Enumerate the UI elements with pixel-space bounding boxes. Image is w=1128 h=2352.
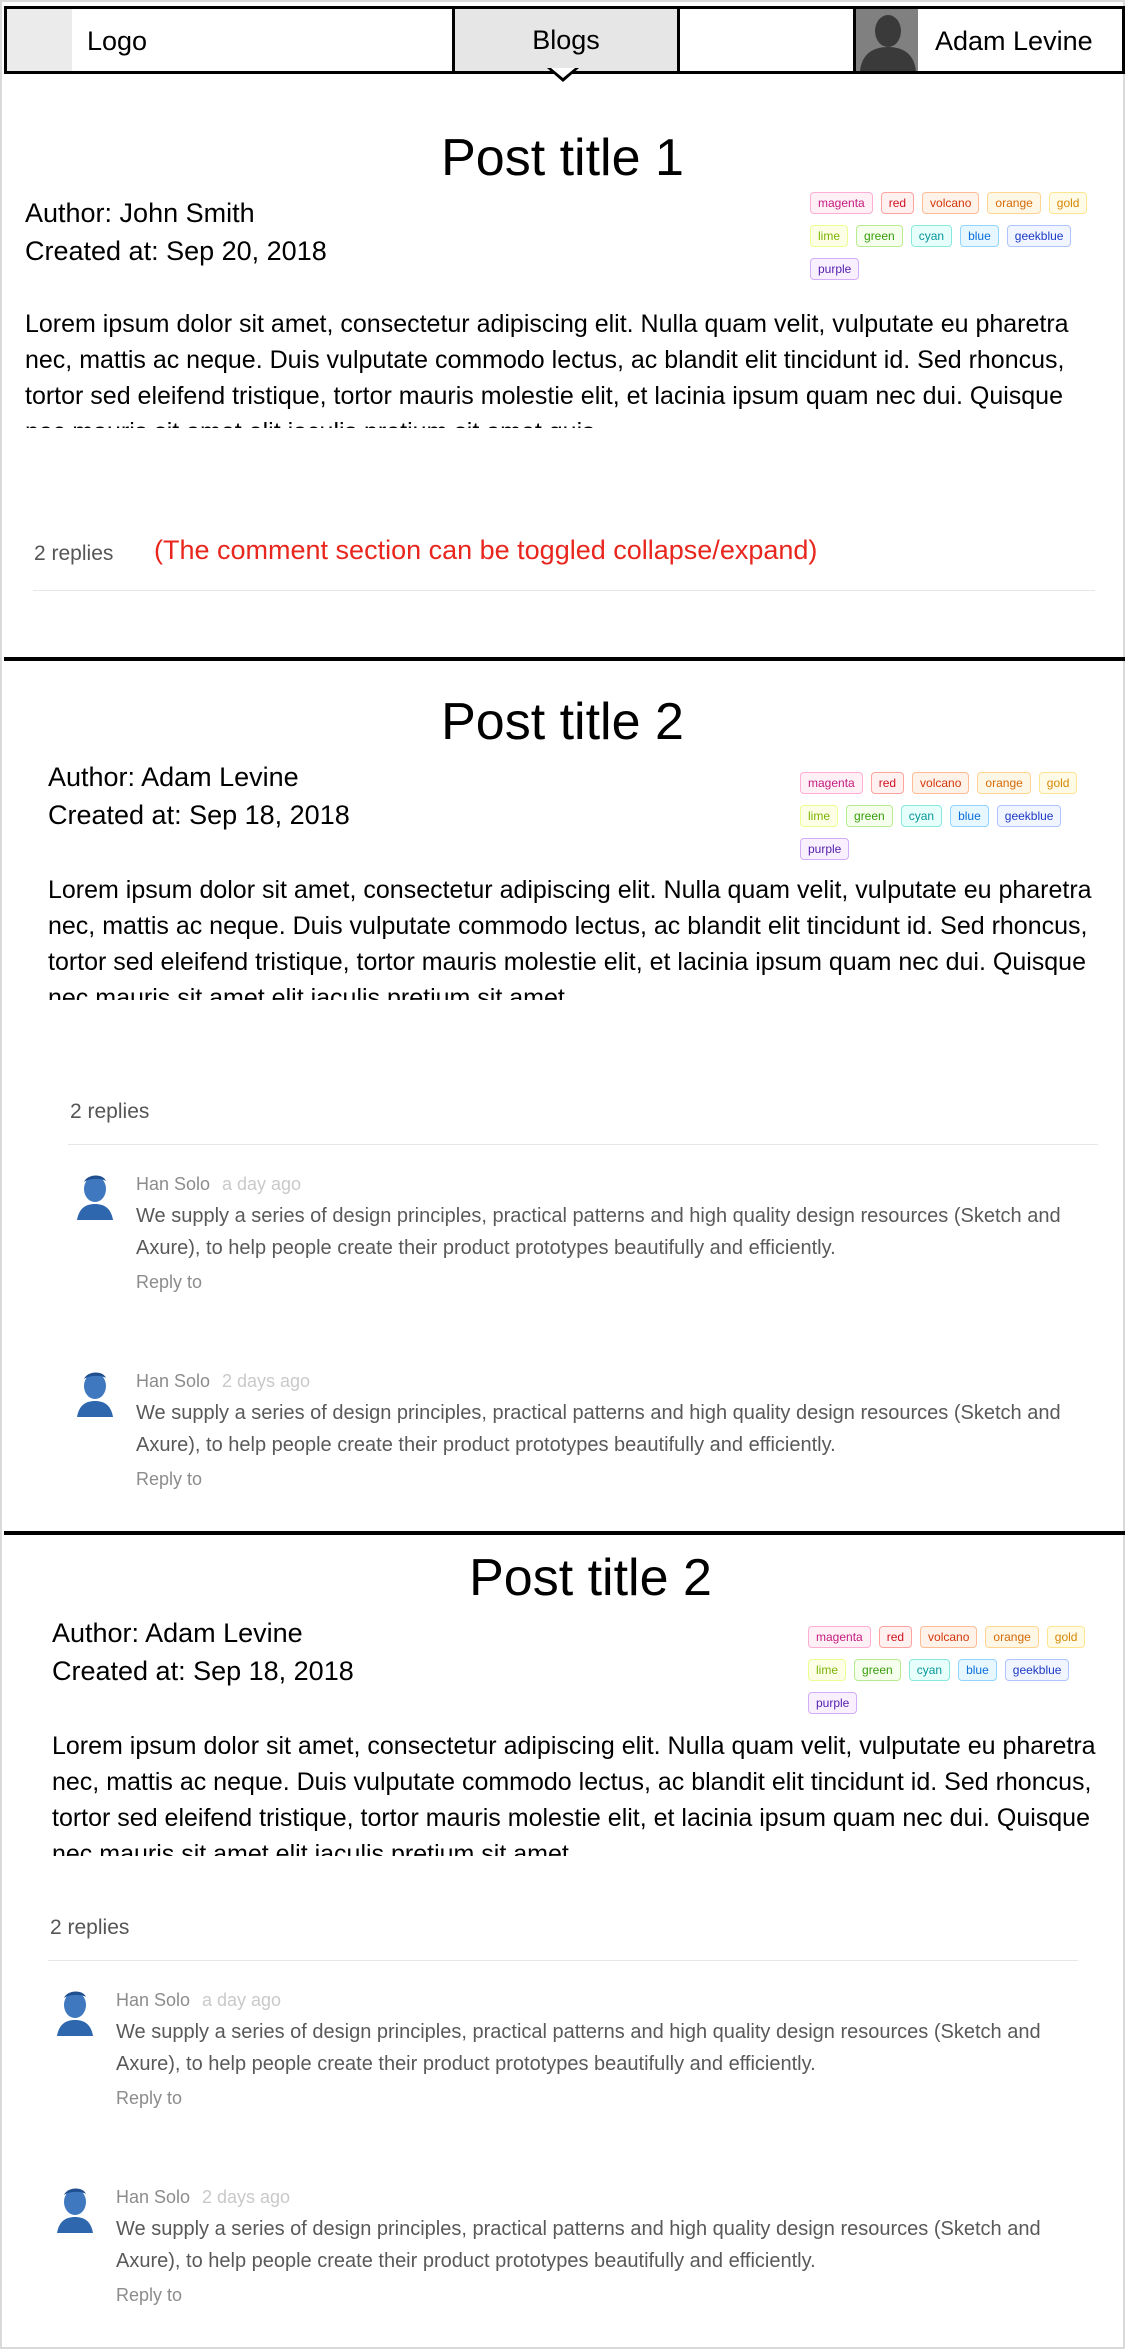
top-nav-bar: Logo Blogs Adam Levine xyxy=(4,6,1125,74)
post-author: Author: John Smith xyxy=(25,198,255,228)
tag-purple: purple xyxy=(810,258,860,280)
post-card: Post title 2 Author: Adam Levine Created… xyxy=(0,692,1125,1532)
post-title[interactable]: Post title 2 xyxy=(0,692,1125,752)
tag-cyan: cyan xyxy=(900,805,943,827)
post-body: Lorem ipsum dolor sit amet, consectetur … xyxy=(48,876,1092,1000)
comment-time: 2 days ago xyxy=(222,1371,311,1391)
post-meta: Author: Adam Levine Created at: Sep 18, … xyxy=(52,1614,354,1690)
tag-red: red xyxy=(878,1626,913,1648)
divider xyxy=(33,590,1095,591)
tag-gold: gold xyxy=(1038,772,1078,794)
annotation-note: (The comment section can be toggled coll… xyxy=(154,535,818,565)
post-separator xyxy=(4,1531,1125,1535)
tag-geekblue: geekblue xyxy=(1006,225,1072,247)
tag-cyan: cyan xyxy=(908,1659,951,1681)
comment-text: We supply a series of design principles,… xyxy=(136,1205,1061,1259)
post-created-date: Created at: Sep 18, 2018 xyxy=(52,1656,354,1686)
tag-orange: orange xyxy=(987,192,1041,214)
post-meta: Author: Adam Levine Created at: Sep 18, … xyxy=(48,758,350,834)
tag-blue: blue xyxy=(958,1659,997,1681)
tag-green: green xyxy=(856,225,903,247)
tag-red: red xyxy=(880,192,915,214)
tag-list: magenta red volcano orange gold lime green cyan… xyxy=(800,772,1100,871)
tag-lime: lime xyxy=(800,805,839,827)
tag-gold: gold xyxy=(1046,1626,1086,1648)
comment-author[interactable]: Han Solo xyxy=(116,2187,190,2208)
post-title[interactable]: Post title 2 xyxy=(28,1548,1128,1608)
logo-area[interactable]: Logo xyxy=(7,9,455,71)
tag-geekblue: geekblue xyxy=(1004,1659,1070,1681)
commenter-avatar-icon[interactable] xyxy=(75,1172,115,1220)
comment-author[interactable]: Han Solo xyxy=(136,1174,210,1195)
tag-orange: orange xyxy=(985,1626,1039,1648)
user-name[interactable]: Adam Levine xyxy=(935,26,1093,57)
comment-author[interactable]: Han Solo xyxy=(136,1371,210,1392)
post-card: Post title 1 Author: John Smith Created … xyxy=(0,128,1125,658)
post-author: Author: Adam Levine xyxy=(48,762,299,792)
logo-text: Logo xyxy=(87,26,148,56)
reply-to-link[interactable]: Reply to xyxy=(136,1272,202,1293)
comment-time: 2 days ago xyxy=(202,2187,291,2207)
replies-toggle[interactable]: 2 replies xyxy=(70,1100,149,1124)
tag-orange: orange xyxy=(977,772,1031,794)
replies-toggle[interactable]: 2 replies xyxy=(34,542,113,566)
commenter-avatar-icon[interactable] xyxy=(55,1988,95,2036)
divider xyxy=(48,1960,1078,1961)
comment-time: a day ago xyxy=(222,1174,302,1194)
comment-time: a day ago xyxy=(202,1990,282,2010)
post-created-date: Created at: Sep 20, 2018 xyxy=(25,236,327,266)
comment: Han Solo 2 days ago We supply a series o… xyxy=(55,2185,1075,2345)
post-created-date: Created at: Sep 18, 2018 xyxy=(48,800,350,830)
comment-text: We supply a series of design principles,… xyxy=(136,1402,1061,1456)
post-body: Lorem ipsum dolor sit amet, consectetur … xyxy=(52,1732,1096,1856)
comment: Han Solo a day ago We supply a series of… xyxy=(55,1988,1075,2148)
post-author: Author: Adam Levine xyxy=(52,1618,303,1648)
divider xyxy=(68,1144,1098,1145)
nav-item-blogs[interactable]: Blogs xyxy=(455,9,680,71)
tag-magenta: magenta xyxy=(810,192,873,214)
user-avatar-icon[interactable] xyxy=(853,9,918,71)
tag-red: red xyxy=(870,772,905,794)
comment: Han Solo 2 days ago We supply a series o… xyxy=(75,1369,1095,1529)
tag-list: magenta red volcano orange gold lime green cyan… xyxy=(810,192,1110,291)
logo-mark-icon xyxy=(7,9,72,71)
tag-purple: purple xyxy=(808,1692,858,1714)
tag-lime: lime xyxy=(810,225,849,247)
tag-magenta: magenta xyxy=(808,1626,871,1648)
tag-purple: purple xyxy=(800,838,850,860)
tag-volcano: volcano xyxy=(912,772,970,794)
commenter-avatar-icon[interactable] xyxy=(75,1369,115,1417)
reply-to-link[interactable]: Reply to xyxy=(136,1469,202,1490)
commenter-avatar-icon[interactable] xyxy=(55,2185,95,2233)
post-separator xyxy=(4,657,1125,661)
tag-gold: gold xyxy=(1048,192,1088,214)
tag-volcano: volcano xyxy=(920,1626,978,1648)
reply-to-link[interactable]: Reply to xyxy=(116,2088,182,2109)
tag-green: green xyxy=(854,1659,901,1681)
tag-lime: lime xyxy=(808,1659,847,1681)
tag-cyan: cyan xyxy=(910,225,953,247)
tag-volcano: volcano xyxy=(922,192,980,214)
tag-blue: blue xyxy=(950,805,989,827)
replies-toggle[interactable]: 2 replies xyxy=(50,1916,129,1940)
tag-magenta: magenta xyxy=(800,772,863,794)
comment-text: We supply a series of design principles,… xyxy=(116,2021,1041,2075)
post-card: Post title 2 Author: Adam Levine Created… xyxy=(0,1548,1125,2348)
tag-blue: blue xyxy=(960,225,999,247)
post-meta: Author: John Smith Created at: Sep 20, 2… xyxy=(25,194,327,270)
reply-to-link[interactable]: Reply to xyxy=(116,2285,182,2306)
post-title[interactable]: Post title 1 xyxy=(0,128,1125,188)
tag-green: green xyxy=(846,805,893,827)
comment: Han Solo a day ago We supply a series of… xyxy=(75,1172,1095,1332)
comment-text: We supply a series of design principles,… xyxy=(116,2218,1041,2272)
comment-author[interactable]: Han Solo xyxy=(116,1990,190,2011)
post-body: Lorem ipsum dolor sit amet, consectetur … xyxy=(25,310,1069,428)
tag-geekblue: geekblue xyxy=(996,805,1062,827)
tag-list: magenta red volcano orange gold lime green cyan… xyxy=(808,1626,1108,1725)
